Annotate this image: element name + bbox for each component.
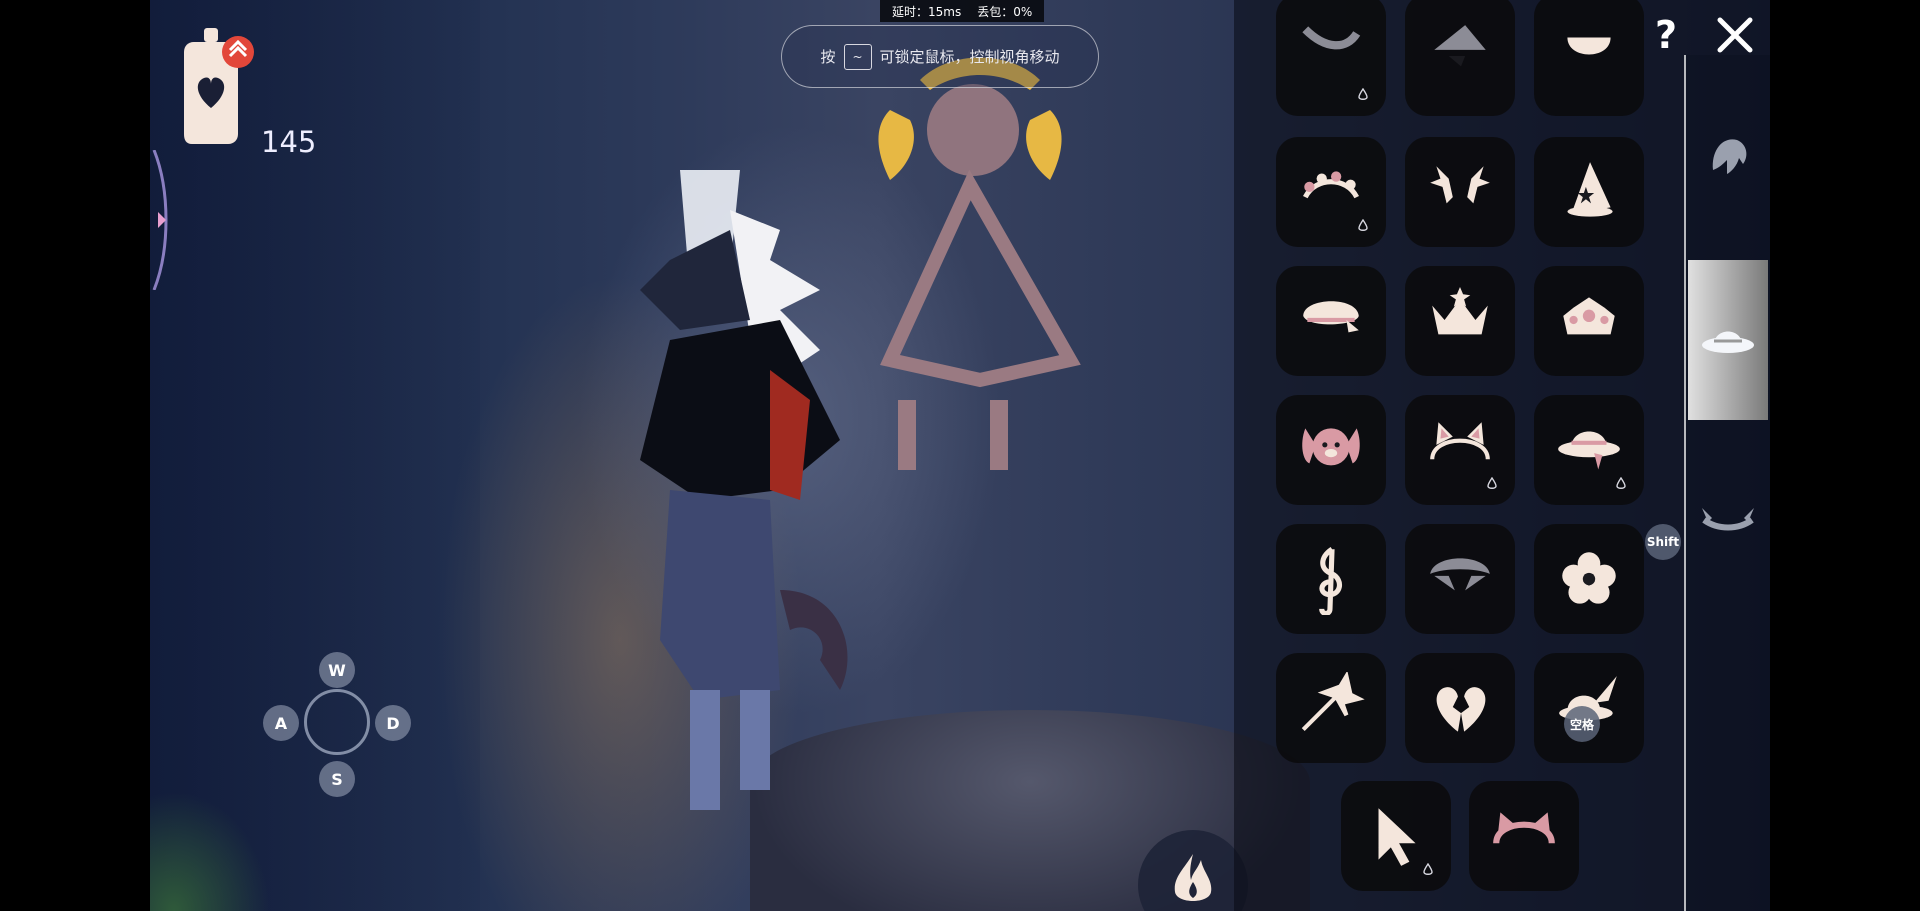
hat-icon bbox=[1702, 331, 1754, 353]
horns-icon bbox=[1702, 508, 1754, 531]
beret-icon bbox=[1303, 301, 1359, 333]
outfit-item-arrow-feather[interactable] bbox=[1276, 653, 1386, 763]
flower-crown-icon bbox=[1302, 171, 1360, 199]
category-tab-horns[interactable] bbox=[1688, 440, 1768, 600]
outfit-item-bunny-hood[interactable] bbox=[1276, 395, 1386, 505]
category-tab-hat[interactable] bbox=[1688, 260, 1768, 420]
headband-ears-icon bbox=[1493, 812, 1555, 844]
key-a[interactable]: A bbox=[263, 705, 299, 741]
split-heart-icon bbox=[1436, 687, 1486, 732]
antlers-icon bbox=[1430, 166, 1490, 204]
close-button[interactable] bbox=[1714, 14, 1756, 56]
outfit-item-cat-ears[interactable] bbox=[1405, 395, 1515, 505]
bunny-hood-icon bbox=[1302, 428, 1360, 466]
network-status: 延时：15ms 丢包：0% bbox=[880, 0, 1045, 22]
candle-icon[interactable] bbox=[182, 26, 258, 146]
outfit-item-antlers[interactable] bbox=[1405, 137, 1515, 247]
close-icon bbox=[1717, 17, 1753, 53]
movement-keys: W A D S bbox=[263, 652, 411, 800]
outfit-item-crown[interactable] bbox=[1405, 266, 1515, 376]
jeweled-crown-icon bbox=[1563, 297, 1615, 335]
outfit-item-split-heart[interactable] bbox=[1405, 653, 1515, 763]
outfit-item-cursor[interactable] bbox=[1341, 781, 1451, 891]
outfit-item-party-hat[interactable] bbox=[1534, 137, 1644, 247]
outfit-item-sun-hat[interactable] bbox=[1534, 395, 1644, 505]
tilde-key-icon: ~ bbox=[843, 43, 872, 70]
category-tab-hair[interactable] bbox=[1688, 75, 1768, 235]
candle-count: 145 bbox=[261, 125, 317, 159]
grass-patch bbox=[150, 791, 270, 911]
partial-item-icon bbox=[1302, 26, 1361, 50]
latency-label: 延时：15ms bbox=[892, 4, 962, 19]
witch-hat-icon bbox=[1434, 25, 1486, 67]
outfit-item-partial-item[interactable] bbox=[1276, 0, 1386, 116]
outfit-item-beret[interactable] bbox=[1276, 266, 1386, 376]
wing-cap-icon bbox=[1430, 558, 1490, 591]
help-button[interactable]: ? bbox=[1649, 13, 1683, 57]
hint-text: 可锁定鼠标，控制视角移动 bbox=[879, 48, 1060, 66]
side-drawer-tab[interactable] bbox=[150, 150, 180, 290]
outfit-item-wing-cap[interactable] bbox=[1405, 524, 1515, 634]
sun-hat-icon bbox=[1558, 431, 1620, 470]
outfit-item-witch-hat[interactable] bbox=[1405, 0, 1515, 116]
joystick-ring[interactable] bbox=[304, 689, 370, 755]
party-hat-icon bbox=[1567, 162, 1613, 217]
mouse-lock-hint: 按 ~ 可锁定鼠标，控制视角移动 bbox=[781, 25, 1099, 88]
shift-key-badge: Shift bbox=[1645, 524, 1681, 560]
key-w[interactable]: W bbox=[319, 652, 355, 688]
player-character bbox=[640, 170, 848, 810]
key-d[interactable]: D bbox=[375, 705, 411, 741]
space-key-badge: 空格 bbox=[1564, 706, 1600, 742]
cursor-icon bbox=[1378, 808, 1416, 866]
packet-loss-label: 丢包：0% bbox=[977, 4, 1033, 19]
treble-clef-icon bbox=[1319, 547, 1342, 615]
crown-icon bbox=[1432, 287, 1488, 335]
hair-icon bbox=[1712, 139, 1747, 174]
key-s[interactable]: S bbox=[319, 761, 355, 797]
flower-icon bbox=[1562, 552, 1616, 604]
flame-icon bbox=[1174, 854, 1212, 901]
outfit-item-jeweled-crown[interactable] bbox=[1534, 266, 1644, 376]
bun-icon bbox=[1567, 37, 1611, 55]
outfit-item-headband-ears[interactable] bbox=[1469, 781, 1579, 891]
outfit-item-flower[interactable] bbox=[1534, 524, 1644, 634]
outfit-item-treble-clef[interactable] bbox=[1276, 524, 1386, 634]
tilde-key-label: ~ bbox=[852, 49, 863, 64]
cat-ears-icon bbox=[1430, 422, 1490, 460]
outfit-item-bun[interactable] bbox=[1534, 0, 1644, 116]
outfit-item-flower-crown[interactable] bbox=[1276, 137, 1386, 247]
hint-prefix: 按 bbox=[820, 48, 836, 66]
arrow-feather-icon bbox=[1301, 672, 1365, 732]
